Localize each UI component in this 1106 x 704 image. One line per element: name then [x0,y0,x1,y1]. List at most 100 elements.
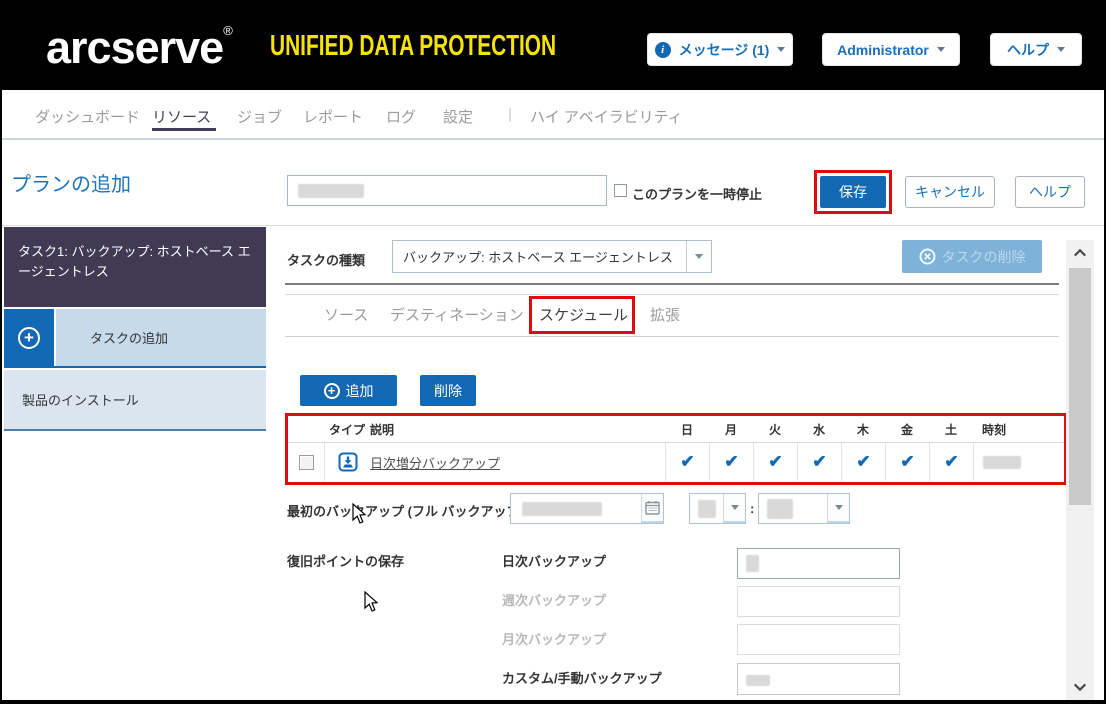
cancel-button[interactable]: キャンセル [905,176,995,208]
redacted-custom-retention [746,675,770,686]
vertical-scrollbar[interactable] [1066,240,1094,700]
nav-resources[interactable]: リソース [152,106,211,127]
task-type-label: タスクの種類 [287,253,366,268]
delete-task-label: タスクの削除 [941,248,1026,265]
delete-task-button[interactable]: タスクの削除 [902,240,1042,273]
add-task-label: タスクの追加 [54,309,266,366]
time-separator: : [750,501,755,516]
col-description: 説明 [370,422,395,437]
nav-high-availability[interactable]: ハイ アベイラビリティ [530,106,683,127]
check-icon-mon: ✔ [724,452,739,471]
chevron-down-icon [827,494,849,523]
section-divider-light [285,294,1059,295]
daily-backup-label: 日次バックアップ [502,554,607,569]
task-type-dropdown[interactable]: バックアップ: ホストベース エージェントレス [392,240,712,273]
schedule-row-link[interactable]: 日次増分バックアップ [370,456,500,471]
redacted-minute-value [767,499,793,519]
sidebar-item-add-task[interactable]: + タスクの追加 [4,309,266,368]
monthly-backup-input[interactable] [737,624,900,655]
first-backup-minute-select[interactable] [758,493,850,524]
registered-mark: ® [223,23,233,38]
user-menu-label: Administrator [837,41,929,58]
check-icon-sun: ✔ [680,452,695,471]
mouse-cursor [352,503,367,524]
nav-settings[interactable]: 設定 [443,106,473,127]
nav-jobs[interactable]: ジョブ [237,106,282,127]
redacted-daily-retention [746,555,759,572]
sidebar-item-task1[interactable]: タスク1: バックアップ: ホストベース エージェントレス [4,227,266,307]
nav-reports[interactable]: レポート [303,106,363,127]
check-icon-wed: ✔ [812,452,827,471]
first-backup-hour-select[interactable] [689,493,746,524]
weekly-backup-label: 週次バックアップ [502,593,607,608]
daily-incremental-backup-icon [338,452,357,472]
check-icon-sat: ✔ [944,452,959,471]
app-window: arcserve® UNIFIED DATA PROTECTION i メッセー… [0,0,1106,704]
plan-name-input[interactable] [287,175,607,206]
nav-log[interactable]: ログ [386,106,416,127]
info-icon: i [654,41,671,58]
custom-backup-label: カスタム/手動バックアップ [502,671,662,686]
add-schedule-button[interactable]: + 追加 [300,375,397,406]
x-circle-icon [919,248,935,265]
scrollbar-thumb[interactable] [1069,268,1091,505]
main-nav: ダッシュボード リソース ジョブ レポート ログ 設定 | ハイ アベイラビリテ… [2,90,1104,140]
calendar-picker-button[interactable] [641,494,663,523]
row-checkbox[interactable] [298,454,314,470]
product-title: UNIFIED DATA PROTECTION [270,30,557,62]
retention-label: 復旧ポイントの保存 [287,554,405,569]
add-schedule-label: 追加 [345,382,374,399]
save-button[interactable]: 保存 [820,176,886,208]
install-product-label: 製品のインストール [22,393,139,408]
col-mon: 月 [724,422,737,437]
nav-dashboard[interactable]: ダッシュボード [35,106,140,127]
redacted-hour-value [698,500,716,518]
col-sun: 日 [680,422,693,437]
messages-button-label: メッセージ (1) [678,41,770,58]
redacted-plan-name [298,184,364,198]
user-menu-button[interactable]: Administrator [822,33,960,66]
pause-plan-checkbox[interactable] [614,184,627,197]
active-tab-underline [152,128,216,131]
delete-schedule-label: 削除 [434,382,462,399]
sidebar-item-install-product[interactable]: 製品のインストール [4,370,266,431]
help-button[interactable]: ヘルプ [1015,176,1085,208]
daily-backup-input[interactable] [737,548,900,579]
delete-schedule-button[interactable]: 削除 [420,375,476,406]
custom-backup-input[interactable] [737,663,900,695]
plan-header-bar: プランの追加 このプランを一時停止 保存 キャンセル ヘルプ [2,142,1104,226]
sidebar-task1-label: タスク1: バックアップ: ホストベース エージェントレス [18,244,251,280]
first-backup-date-input[interactable] [510,493,664,524]
chevron-down-icon [1057,47,1065,52]
col-sat: 土 [944,422,957,437]
page-title: プランの追加 [11,174,131,196]
tab-schedule[interactable]: スケジュール [539,304,628,325]
plus-circle-icon: + [18,326,40,349]
col-time: 時刻 [982,422,1007,437]
schedule-table: タイプ 説明 日 月 火 水 木 金 土 時刻 日次増分バックアップ ✔ ✔ ✔… [285,413,1067,485]
tab-source[interactable]: ソース [324,304,368,325]
help-menu-button[interactable]: ヘルプ [990,33,1082,66]
monthly-backup-label: 月次バックアップ [502,632,607,647]
col-wed: 水 [812,422,825,437]
calendar-icon [645,501,660,515]
scroll-up-icon[interactable] [1073,248,1087,258]
add-task-icon-cell: + [4,309,54,366]
tab-advanced[interactable]: 拡張 [650,304,680,325]
help-menu-label: ヘルプ [1007,41,1049,58]
first-backup-label: 最初のバックアップ (フル バックアップ) [287,504,524,519]
tabs-underline [285,336,1059,337]
check-icon-fri: ✔ [900,452,915,471]
chevron-down-icon [777,47,786,52]
tab-destination[interactable]: デスティネーション [390,304,524,325]
chevron-down-icon [723,494,745,523]
weekly-backup-input[interactable] [737,586,900,617]
redacted-date-value [522,502,602,516]
section-divider-dark [285,283,1059,285]
col-thu: 木 [856,422,869,437]
messages-button[interactable]: i メッセージ (1) [647,33,793,66]
task-type-value: バックアップ: ホストベース エージェントレス [403,250,673,265]
scroll-down-icon[interactable] [1073,682,1087,692]
app-header: arcserve® UNIFIED DATA PROTECTION i メッセー… [2,2,1104,90]
schedule-table-row: 日次増分バックアップ ✔ ✔ ✔ ✔ ✔ ✔ ✔ [288,443,1064,481]
